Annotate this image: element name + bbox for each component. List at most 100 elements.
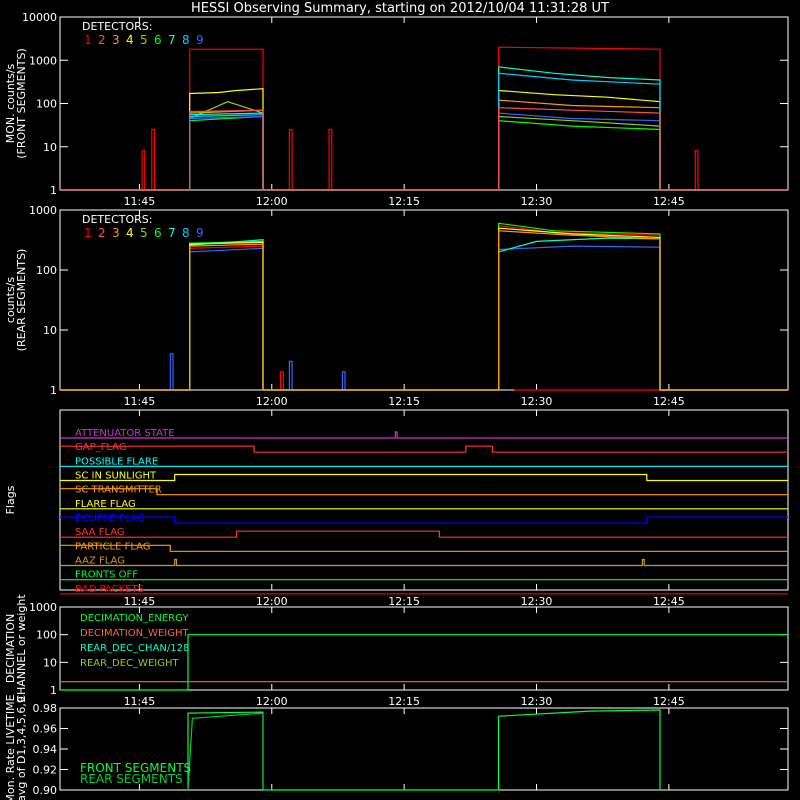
legend-detector-label: 4: [126, 226, 134, 240]
legend-entry: DECIMATION_ENERGY: [80, 613, 189, 624]
flag-label: GAP_FLAG: [75, 442, 127, 453]
x-tick-label: 12:45: [653, 395, 685, 408]
x-tick-label: 12:45: [653, 195, 685, 208]
series-line: [60, 222, 788, 391]
flag-label: AAZ FLAG: [75, 556, 125, 567]
y-tick-label: 0.98: [33, 702, 58, 715]
y-tick-label: 10: [43, 324, 57, 337]
flag-line: [60, 488, 788, 496]
series-line: [60, 230, 788, 391]
series-line: [60, 237, 788, 391]
series-line: [60, 245, 788, 391]
panel-decimation: DECIMATIONCHANNEL or weight 110100100011:…: [4, 594, 789, 708]
series-line: [60, 224, 788, 391]
y-tick-label: 100: [36, 629, 57, 642]
legend-detector-label: 1: [84, 226, 92, 240]
series-line: [60, 115, 788, 191]
flag-line: [60, 530, 788, 538]
legend-entry: REAR_DEC_WEIGHT: [80, 658, 179, 669]
flag-line: [60, 516, 788, 524]
flag-label: SC TRANSMITTER: [75, 485, 162, 496]
series-line: [60, 72, 788, 191]
x-tick-label: 12:00: [256, 695, 288, 708]
panel-front: MON. counts/s(FRONT SEGMENTS)11010010001…: [4, 11, 789, 208]
legend-title: DETECTORS:: [82, 20, 152, 33]
legend-detector-label: 5: [140, 33, 148, 47]
y-axis-label: avg of D1,3,4,5,6,9: [15, 696, 28, 800]
legend-detector-label: 5: [140, 226, 148, 240]
series-line: [187, 709, 661, 791]
series-line: [60, 88, 788, 191]
flag-line: [60, 473, 788, 482]
x-tick-label: 11:45: [124, 195, 156, 208]
flag-label: POSSIBLE FLARE: [75, 456, 158, 467]
y-tick-label: 10000: [22, 11, 57, 24]
y-tick-label: 100: [36, 264, 57, 277]
legend-entry: REAR_DEC_CHAN/128: [80, 643, 189, 654]
legend-detector-label: 9: [196, 33, 204, 47]
legend-detector-label: 1: [84, 33, 92, 47]
y-tick-label: 1000: [29, 601, 57, 614]
legend-detector-label: 6: [154, 226, 162, 240]
x-tick-label: 12:15: [388, 595, 420, 608]
flag-line: [60, 445, 788, 453]
y-axis-label: (FRONT SEGMENTS): [15, 48, 28, 158]
series-line: [60, 112, 788, 191]
legend-detector-label: 8: [182, 33, 190, 47]
flag-label: FRONTS OFF: [75, 570, 138, 581]
legend-detector-label: 7: [168, 33, 176, 47]
legend-detector-label: 2: [98, 226, 106, 240]
x-tick-label: 12:00: [256, 595, 288, 608]
flag-label: ATTENUATOR STATE: [75, 428, 175, 439]
series-line: [60, 66, 788, 191]
panel-rear: counts/s(REAR SEGMENTS)110100100011:45 12…: [4, 204, 789, 408]
x-tick-label: 11:45: [124, 395, 156, 408]
legend-detector-label: 8: [182, 226, 190, 240]
flag-label: SC IN SUNLIGHT: [75, 471, 157, 482]
legend-entry: REAR SEGMENTS: [80, 772, 183, 786]
flag-label: SAA FLAG: [75, 527, 125, 538]
x-tick-label: 12:45: [653, 595, 685, 608]
y-tick-label: 0.94: [33, 743, 58, 756]
x-tick-label: 12:00: [256, 195, 288, 208]
legend-detector-label: 3: [112, 226, 120, 240]
x-tick-label: 12:30: [521, 595, 553, 608]
panel-flags: Flags 11:45 12:00 12:15 12:30 12:45 ATTENUATOR…: [4, 409, 789, 608]
series-line: [60, 227, 788, 391]
y-tick-label: 1000: [29, 204, 57, 217]
x-tick-label: 12:15: [388, 395, 420, 408]
x-tick-label: 11:45: [124, 695, 156, 708]
x-tick-label: 12:15: [388, 695, 420, 708]
series-line: [60, 99, 788, 191]
legend-detector-label: 6: [154, 33, 162, 47]
y-tick-label: 0.96: [33, 723, 58, 736]
y-tick-label: 0.90: [33, 784, 58, 797]
series-line: [60, 107, 788, 191]
flag-label: BAD PACKETS: [75, 584, 144, 595]
x-tick-label: 12:00: [256, 395, 288, 408]
x-tick-label: 12:30: [521, 395, 553, 408]
y-tick-label: 1000: [29, 54, 57, 67]
flag-label: FLARE FLAG: [75, 499, 136, 510]
flag-line: [60, 558, 788, 567]
hessi-summary-chart: HESSI Observing Summary, starting on 201…: [4, 1, 789, 800]
x-tick-label: 11:45: [124, 595, 156, 608]
chart-title: HESSI Observing Summary, starting on 201…: [191, 1, 609, 16]
y-tick-label: 100: [36, 98, 57, 111]
series-line: [60, 46, 788, 191]
y-tick-label: 1: [50, 684, 57, 697]
legend-title: DETECTORS:: [82, 213, 152, 226]
y-axis-label: Flags: [4, 485, 17, 514]
legend-detector-label: 3: [112, 33, 120, 47]
legend-detector-label: 9: [196, 226, 204, 240]
y-tick-label: 10: [43, 656, 57, 669]
x-tick-label: 12:15: [388, 195, 420, 208]
y-tick-label: 1: [50, 184, 57, 197]
legend-detector-label: 7: [168, 226, 176, 240]
flag-label: ECLIPSE FLAG: [75, 513, 145, 524]
series-line: [60, 101, 788, 191]
x-tick-label: 12:30: [521, 695, 553, 708]
y-axis-label: (REAR SEGMENTS): [15, 249, 28, 352]
x-tick-label: 12:30: [521, 195, 553, 208]
series-line: [187, 712, 264, 791]
